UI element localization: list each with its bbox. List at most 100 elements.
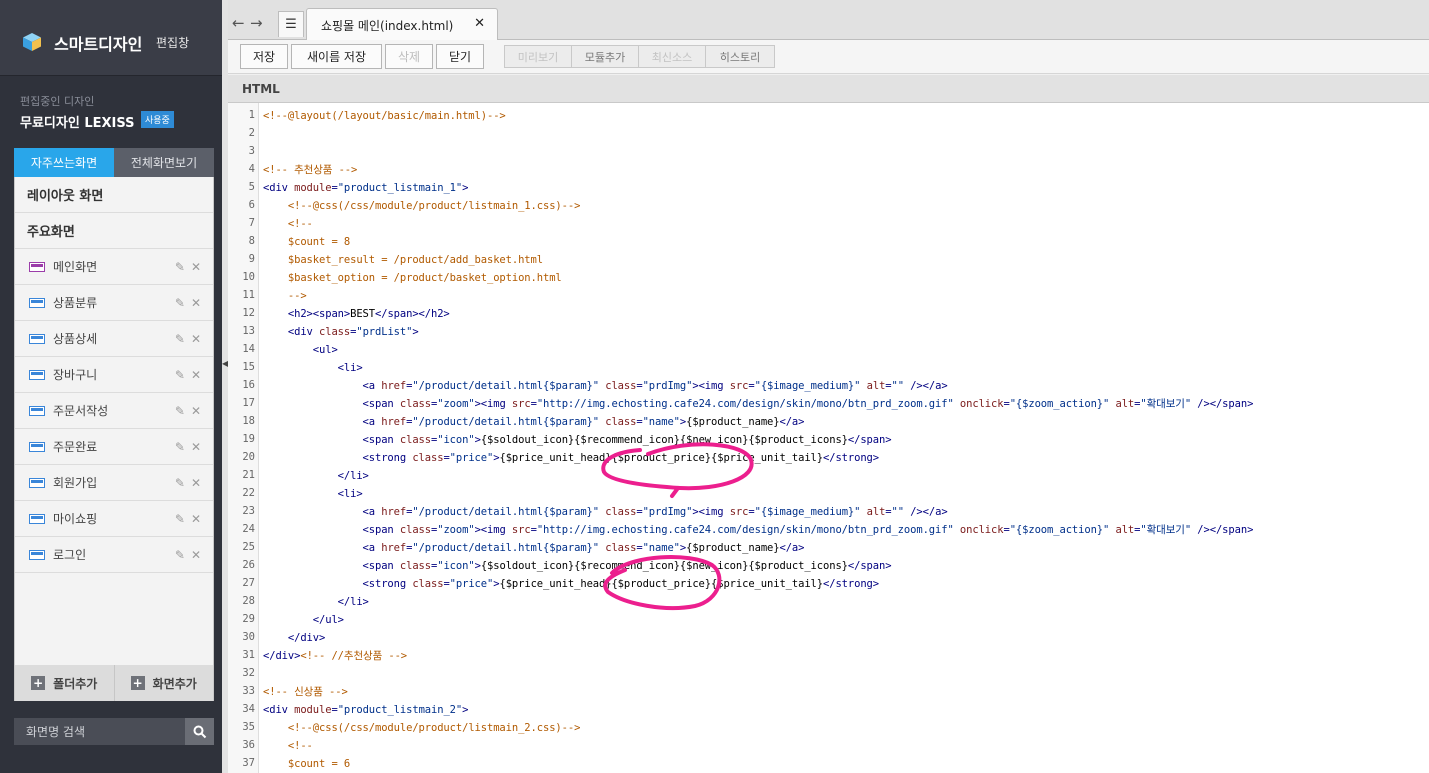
pencil-icon[interactable]: ✎ — [175, 512, 185, 526]
search-input[interactable] — [14, 718, 185, 745]
line-number: 16 — [242, 379, 255, 391]
pencil-icon[interactable]: ✎ — [175, 548, 185, 562]
line-number: 13 — [242, 325, 255, 337]
code-token: <!--@css(/css/module/product/listmain_2.… — [287, 722, 581, 734]
status-badge: 사용중 — [141, 111, 174, 128]
code-token: href — [381, 506, 407, 518]
pencil-icon[interactable]: ✎ — [175, 368, 185, 382]
delete-icon[interactable]: ✕ — [191, 368, 201, 382]
code-token: > — [462, 182, 469, 194]
pencil-icon[interactable]: ✎ — [175, 440, 185, 454]
delete-icon[interactable]: ✕ — [191, 296, 201, 310]
sidebar-item-label: 장바구니 — [53, 368, 98, 382]
group-layout-screens[interactable]: 레이아웃 화면 — [15, 177, 213, 213]
sidebar-item[interactable]: 장바구니 ✎ ✕ — [15, 357, 213, 393]
code-token: $count = 8 — [287, 236, 351, 248]
code-token: /></a> — [903, 380, 948, 392]
delete-icon[interactable]: ✕ — [191, 548, 201, 562]
code-token: "product_listmain_1" — [337, 182, 463, 194]
item-actions: ✎ ✕ — [175, 548, 201, 562]
pencil-icon[interactable]: ✎ — [175, 332, 185, 346]
code-editor[interactable]: 1 2 3 4 5 6 7 8 9 10 11 12 13 14 15 16 17 18 19 20 21 22 23 24 2… — [228, 103, 1429, 773]
tab-all-screens[interactable]: 전체화면보기 — [114, 148, 214, 177]
sidebar-item[interactable]: 상품분류 ✎ ✕ — [15, 285, 213, 321]
latest-source-button[interactable]: 최신소스 — [638, 45, 706, 68]
sidebar-item[interactable]: 로그인 ✎ ✕ — [15, 537, 213, 573]
code-area[interactable]: <!--@layout(/layout/basic/main.html)--> <… — [263, 103, 1423, 773]
back-arrow-icon[interactable]: ← — [232, 14, 245, 32]
code-token: /></a> — [903, 506, 948, 518]
sidebar-item[interactable]: 마이쇼핑 ✎ ✕ — [15, 501, 213, 537]
code-line: <ul> — [263, 341, 338, 359]
add-module-button[interactable]: 모듈추가 — [571, 45, 639, 68]
save-button[interactable]: 저장 — [240, 44, 288, 69]
pencil-icon[interactable]: ✎ — [175, 296, 185, 310]
preview-button[interactable]: 미리보기 — [504, 45, 572, 68]
code-token: <!-- — [287, 218, 313, 230]
search-button[interactable] — [185, 718, 214, 745]
code-token: </span></h2> — [375, 308, 450, 320]
add-folder-button[interactable]: + 폴더추가 — [15, 665, 115, 701]
save-as-button[interactable]: 새이름 저장 — [291, 44, 382, 69]
pencil-icon[interactable]: ✎ — [175, 476, 185, 490]
code-line: <!-- — [263, 215, 313, 233]
delete-icon[interactable]: ✕ — [191, 404, 201, 418]
code-line: <!--@layout(/layout/basic/main.html)--> — [263, 107, 506, 125]
sidebar-item-label: 로그인 — [53, 548, 87, 562]
code-token: "name" — [642, 542, 680, 554]
sidebar-item[interactable]: 회원가입 ✎ ✕ — [15, 465, 213, 501]
delete-icon[interactable]: ✕ — [191, 260, 201, 274]
delete-button[interactable]: 삭제 — [385, 44, 433, 69]
sidebar-item-label: 메인화면 — [53, 260, 98, 274]
item-actions: ✎ ✕ — [175, 332, 201, 346]
sidebar-item[interactable]: 주문완료 ✎ ✕ — [15, 429, 213, 465]
code-token: <a — [362, 506, 382, 518]
plus-icon: + — [130, 676, 145, 690]
line-number: 29 — [242, 613, 255, 625]
code-token: <div — [287, 326, 319, 338]
code-token: class — [412, 452, 444, 464]
code-line: <a href="/product/detail.html{$param}" c… — [263, 413, 805, 431]
item-actions: ✎ ✕ — [175, 440, 201, 454]
sidebar-item[interactable]: 상품상세 ✎ ✕ — [15, 321, 213, 357]
delete-icon[interactable]: ✕ — [191, 440, 201, 454]
add-screen-button[interactable]: + 화면추가 — [115, 665, 214, 701]
code-line: <h2><span>BEST</span></h2> — [263, 305, 450, 323]
history-button[interactable]: 히스토리 — [705, 45, 775, 68]
delete-icon[interactable]: ✕ — [191, 512, 201, 526]
code-token: "prdImg" — [642, 506, 693, 518]
forward-arrow-icon[interactable]: → — [250, 14, 263, 32]
sidebar-item[interactable]: 메인화면 ✎ ✕ — [15, 249, 213, 285]
code-line: <span class="zoom"><img src="http://img.… — [263, 395, 1254, 413]
code-token: "price" — [449, 452, 494, 464]
pencil-icon[interactable]: ✎ — [175, 260, 185, 274]
screen-list: 레이아웃 화면 주요화면 메인화면 ✎ ✕ 상품분류 ✎ ✕ 상품상세 ✎ ✕ 장바구니 ✎ ✕ 주문서… — [14, 177, 214, 665]
code-token: class — [319, 326, 351, 338]
code-token: </div> — [263, 650, 301, 662]
code-token: {$soldout_icon}{$recommend_icon}{$new_ic… — [480, 560, 848, 572]
line-number: 28 — [242, 595, 255, 607]
close-icon[interactable]: ✕ — [474, 16, 485, 31]
code-line: $basket_option = /product/basket_option.… — [263, 269, 562, 287]
pencil-icon[interactable]: ✎ — [175, 404, 185, 418]
code-token: "price" — [449, 578, 494, 590]
code-token: <a — [362, 380, 382, 392]
line-number: 11 — [242, 289, 255, 301]
page-icon — [29, 333, 45, 344]
sidebar-item[interactable]: 주문서작성 ✎ ✕ — [15, 393, 213, 429]
delete-icon[interactable]: ✕ — [191, 332, 201, 346]
delete-icon[interactable]: ✕ — [191, 476, 201, 490]
code-token: class — [399, 398, 431, 410]
file-list-button[interactable]: ☰ — [278, 11, 304, 37]
code-line: <a href="/product/detail.html{$param}" c… — [263, 539, 805, 557]
file-tab[interactable]: 쇼핑몰 메인(index.html) ✕ — [306, 8, 498, 41]
list-icon: ☰ — [285, 17, 297, 32]
code-token: <a — [362, 542, 382, 554]
code-token: <div — [263, 182, 295, 194]
tab-frequent-screens[interactable]: 자주쓰는화면 — [14, 148, 114, 177]
close-button[interactable]: 닫기 — [436, 44, 484, 69]
group-main-screens[interactable]: 주요화면 — [15, 213, 213, 249]
